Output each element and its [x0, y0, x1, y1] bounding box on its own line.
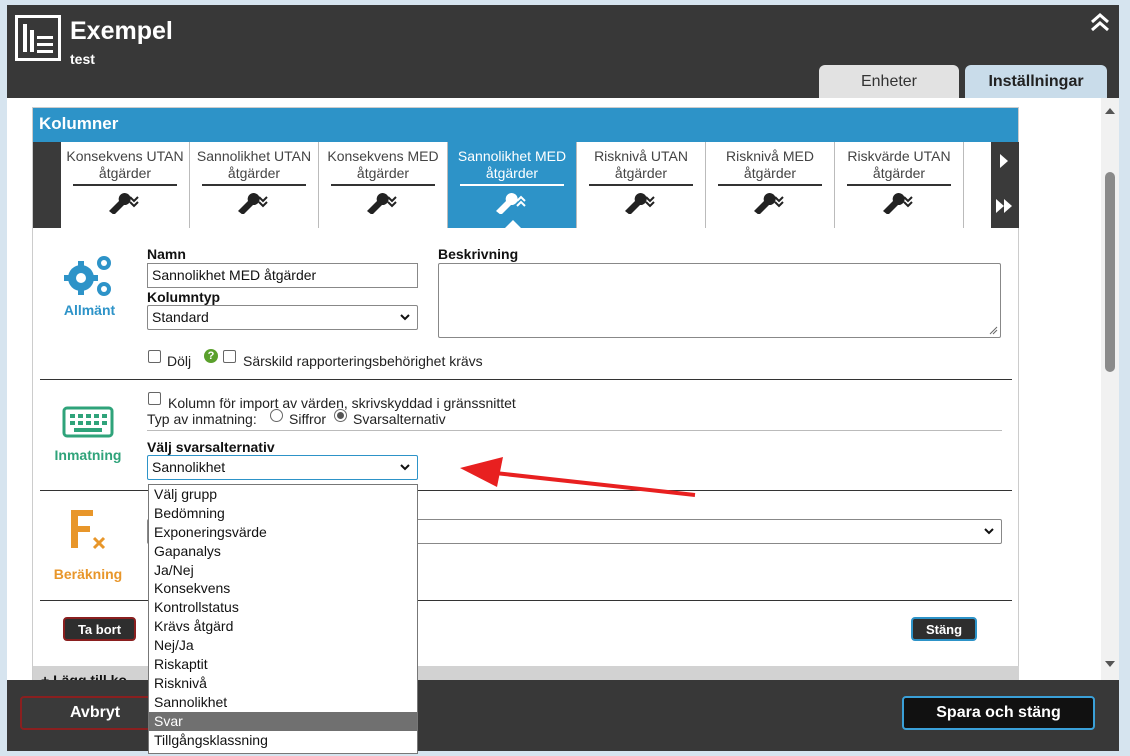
column-tab-label: Riskvärde UTAN åtgärder [847, 148, 951, 181]
column-tab-label: Konsekvens UTAN åtgärder [66, 148, 184, 181]
wrench-expand-icon[interactable] [706, 192, 834, 217]
column-tab-label: Sannolikhet MED åtgärder [457, 148, 567, 181]
column-tab-riskvarde-utan[interactable]: Riskvärde UTAN åtgärder [835, 142, 964, 228]
wrench-collapse-icon[interactable] [448, 192, 576, 217]
coltype-value: Standard [152, 309, 209, 325]
panel-title: Kolumner [33, 108, 1018, 142]
close-button[interactable]: Stäng [911, 617, 977, 641]
chevron-down-icon [400, 314, 410, 321]
list-item-highlighted[interactable]: Svar [149, 711, 417, 731]
tabs-scroll-left[interactable] [33, 142, 61, 228]
collapse-up-icon[interactable] [1089, 11, 1111, 33]
list-item[interactable]: Tillgångsklassning [149, 731, 417, 750]
app-logo-icon [15, 15, 61, 61]
list-item[interactable]: Sannolikhet [149, 693, 417, 712]
column-tabs: Konsekvens UTAN åtgärder Sannolikhet UTA… [33, 142, 1020, 229]
radio-siffror-label: Siffror [289, 411, 327, 427]
list-item[interactable]: Gapanalys [149, 542, 417, 561]
save-close-button[interactable]: Spara och stäng [902, 696, 1095, 730]
name-input[interactable]: Sannolikhet MED åtgärder [147, 263, 418, 288]
hide-checkbox[interactable] [148, 350, 161, 363]
radio-svarsalternativ-label: Svarsalternativ [353, 411, 446, 427]
list-item[interactable]: Nej/Ja [149, 636, 417, 655]
app-title: Exempel [70, 17, 173, 45]
special-perm-label: Särskild rapporteringsbehörighet krävs [243, 353, 483, 369]
name-label: Namn [147, 246, 186, 262]
list-item[interactable]: Risknivå [149, 674, 417, 693]
input-type-label: Typ av inmatning: [147, 411, 257, 427]
column-tab-riskniva-utan[interactable]: Risknivå UTAN åtgärder [577, 142, 706, 228]
delete-button[interactable]: Ta bort [63, 617, 136, 641]
tabs-scroll-right[interactable] [991, 142, 1019, 228]
section-label-allmant: Allmänt [63, 302, 116, 318]
list-item[interactable]: Bedömning [149, 504, 417, 523]
keyboard-icon [62, 406, 114, 441]
radio-svarsalternativ[interactable] [334, 409, 347, 422]
column-tab-label: Sannolikhet UTAN åtgärder [196, 148, 312, 181]
section-label-berakning: Beräkning [53, 566, 123, 582]
chevron-down-icon [984, 528, 994, 535]
column-tab-label: Konsekvens MED åtgärder [327, 148, 439, 181]
app-header: Exempel test Enheter Inställningar [7, 5, 1119, 98]
app-subtitle: test [70, 51, 95, 67]
column-tab-konsekvens-utan[interactable]: Konsekvens UTAN åtgärder [61, 142, 190, 228]
special-perm-checkbox[interactable] [223, 350, 236, 363]
description-textarea[interactable] [438, 263, 1001, 338]
help-icon[interactable]: ? [204, 349, 218, 363]
wrench-expand-icon[interactable] [319, 192, 447, 217]
options-dropdown-list[interactable]: Välj grupp Bedömning Exponeringsvärde Ga… [148, 484, 418, 754]
choose-options-select[interactable]: Sannolikhet [147, 455, 418, 480]
list-item[interactable]: Ja/Nej [149, 561, 417, 580]
list-item[interactable]: Välj grupp [149, 485, 417, 504]
choose-options-label: Välj svarsalternativ [147, 439, 275, 455]
scroll-down-icon[interactable] [1105, 661, 1115, 667]
column-tab-sannolikhet-utan[interactable]: Sannolikhet UTAN åtgärder [190, 142, 319, 228]
tab-enheter[interactable]: Enheter [819, 65, 959, 98]
section-label-inmatning: Inmatning [54, 447, 122, 463]
next-arrow-icon[interactable] [1000, 154, 1008, 168]
scroll-up-icon[interactable] [1105, 108, 1115, 114]
red-arrow-annotation [460, 457, 696, 497]
coltype-select[interactable]: Standard [147, 305, 418, 330]
wrench-expand-icon[interactable] [577, 192, 705, 217]
function-fx-icon [67, 508, 111, 557]
wrench-expand-icon[interactable] [190, 192, 318, 217]
gears-icon [61, 250, 117, 303]
column-tab-label: Risknivå MED åtgärder [726, 148, 814, 181]
tab-installningar[interactable]: Inställningar [965, 65, 1107, 98]
list-item[interactable]: Konsekvens [149, 579, 417, 598]
wrench-expand-icon[interactable] [61, 192, 189, 217]
hide-label: Dölj [167, 353, 192, 369]
column-tab-sannolikhet-med[interactable]: Sannolikhet MED åtgärder [448, 142, 577, 229]
list-item[interactable]: Krävs åtgärd [149, 617, 417, 636]
list-item[interactable]: Kontrollstatus [149, 598, 417, 617]
section-divider [40, 379, 1012, 380]
page-scrollbar[interactable] [1101, 98, 1119, 680]
column-tab-label: Risknivå UTAN åtgärder [594, 148, 688, 181]
description-label: Beskrivning [438, 246, 519, 262]
wrench-expand-icon[interactable] [835, 192, 963, 217]
column-tab-konsekvens-med[interactable]: Konsekvens MED åtgärder [319, 142, 448, 228]
scroll-thumb[interactable] [1105, 172, 1115, 372]
list-item[interactable]: Exponeringsvärde [149, 523, 417, 542]
import-checkbox[interactable] [148, 392, 161, 405]
column-tab-riskniva-med[interactable]: Risknivå MED åtgärder [706, 142, 835, 228]
coltype-label: Kolumntyp [147, 289, 221, 305]
choose-options-value: Sannolikhet [152, 459, 226, 475]
last-arrow-icon[interactable] [996, 199, 1004, 213]
input-divider [147, 430, 1002, 431]
radio-siffror[interactable] [270, 409, 283, 422]
resize-grip-icon[interactable] [989, 326, 998, 335]
chevron-down-icon [400, 464, 410, 471]
list-item[interactable]: Riskaptit [149, 655, 417, 674]
